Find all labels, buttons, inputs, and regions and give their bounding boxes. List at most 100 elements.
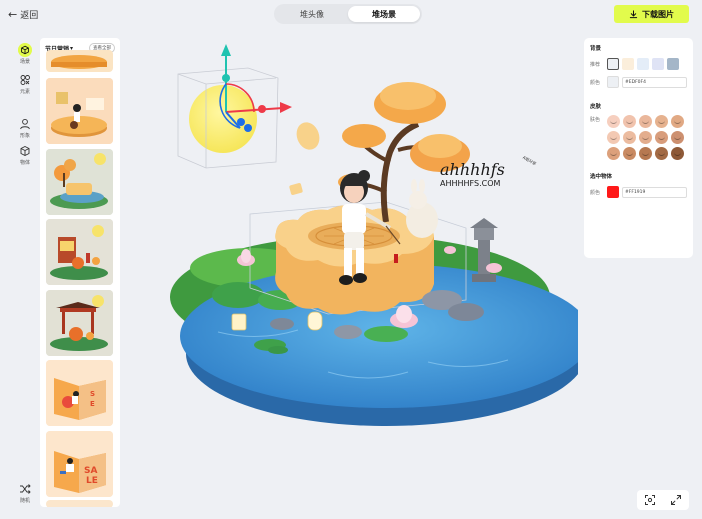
skin-tone-option[interactable] <box>655 115 668 128</box>
rail-item-scene[interactable]: 场景 <box>10 43 40 65</box>
skin-tone-option[interactable] <box>623 131 636 144</box>
skin-tone-option[interactable] <box>607 131 620 144</box>
scene-library-panel: 节日营销 ▾ 查看全部 S E SA LE <box>40 38 120 507</box>
watermark: ahhhhfs AHHHHFS.COM A姐分享 <box>440 155 540 188</box>
skin-section-title: 皮肤 <box>590 104 602 110</box>
tab-scene[interactable]: 堆场景 <box>348 6 420 22</box>
scene-thumbnail[interactable]: SA LE <box>46 431 113 497</box>
rail-label-shuffle: 随机 <box>19 498 30 504</box>
color-swatch[interactable] <box>667 58 679 70</box>
skin-tone-option[interactable] <box>655 147 668 160</box>
color-swatch[interactable] <box>622 58 634 70</box>
skin-tone-option[interactable] <box>607 115 620 128</box>
skin-color-label: 肤色 <box>590 117 601 123</box>
scene-thumbnail-image: S E <box>46 360 113 426</box>
object-icon <box>20 145 30 157</box>
recommend-label: 推荐 <box>590 61 601 68</box>
bg-color-hex-input[interactable]: #EDF0F4 <box>622 76 687 88</box>
floating-mooncake <box>296 122 320 150</box>
scene-thumbnail[interactable] <box>46 500 113 507</box>
floating-lantern <box>307 311 323 331</box>
scene-thumbnail-image: SA LE <box>46 431 113 497</box>
skin-tone-option[interactable] <box>639 131 652 144</box>
rail-label-object: 物体 <box>19 160 30 166</box>
skin-tone-option[interactable] <box>671 131 684 144</box>
mode-switch: 堆头像 堆场景 <box>274 4 422 24</box>
skin-tone-option[interactable] <box>623 147 636 160</box>
transform-gizmo[interactable] <box>177 44 292 169</box>
canvas-tools <box>637 490 689 510</box>
floating-lantern <box>231 313 247 331</box>
background-section-title: 背景 <box>590 46 602 52</box>
rail-item-shuffle[interactable]: 随机 <box>10 482 40 504</box>
recommended-colors-row: 推荐 <box>590 58 687 70</box>
download-label: 下载图片 <box>642 9 674 19</box>
selected-hex-value: #FF1919 <box>625 189 646 195</box>
rabbit-figure[interactable] <box>406 179 438 238</box>
scene-thumbnail[interactable] <box>46 219 113 285</box>
svg-text:S: S <box>90 390 95 398</box>
scene-thumbnail[interactable]: S E <box>46 360 113 426</box>
bg-color-swatch[interactable] <box>607 76 619 88</box>
bg-color-label: 颜色 <box>590 79 601 86</box>
avatar-icon <box>20 118 30 130</box>
skin-tone-option[interactable] <box>671 147 684 160</box>
rail-item-avatar[interactable]: 形象 <box>10 117 40 139</box>
scene-icon <box>18 43 32 57</box>
selected-color-swatch[interactable] <box>607 186 619 198</box>
tab-avatar[interactable]: 堆头像 <box>276 6 348 22</box>
top-bar: ← 返回 堆头像 堆场景 下载图片 <box>0 0 702 28</box>
elements-icon <box>20 75 30 85</box>
scene-thumbnail-image <box>46 78 113 144</box>
lotus-flower <box>444 246 456 254</box>
selected-color-row: 颜色 #FF1919 <box>590 186 687 198</box>
scene-thumbnail-image <box>51 55 107 69</box>
selected-color-label: 颜色 <box>590 189 601 196</box>
scene-thumbnail[interactable] <box>46 78 113 144</box>
download-image-button[interactable]: 下载图片 <box>614 5 689 23</box>
back-arrow-icon: ← <box>8 8 18 21</box>
rail-item-elements[interactable]: 元素 <box>10 73 40 95</box>
skin-tone-grid <box>607 115 687 160</box>
skin-tone-option[interactable] <box>639 147 652 160</box>
fullscreen-icon[interactable] <box>670 494 682 506</box>
skin-tone-option[interactable] <box>655 131 668 144</box>
skin-tone-option[interactable] <box>607 147 620 160</box>
floating-mooncake-small <box>289 183 303 195</box>
scene-thumbnail[interactable] <box>46 50 113 72</box>
watermark-title: ahhhhfs <box>440 160 505 179</box>
back-button[interactable]: ← 返回 <box>8 8 38 21</box>
rail-item-object[interactable]: 物体 <box>10 144 40 166</box>
skin-tone-option[interactable] <box>623 115 636 128</box>
watermark-subtitle: AHHHHFS.COM <box>440 179 501 188</box>
scene-thumbnail-image <box>46 290 113 356</box>
rail-label-elements: 元素 <box>19 89 30 95</box>
selected-object-section-title: 选中物体 <box>590 174 613 180</box>
left-rail: 场景 元素 形象 物体 随机 <box>10 40 40 508</box>
svg-text:E: E <box>90 400 95 408</box>
download-icon <box>629 9 638 18</box>
bg-hex-value: #EDF0F4 <box>625 79 646 85</box>
scene-thumbnail-image <box>46 219 113 285</box>
color-swatch[interactable] <box>637 58 649 70</box>
scene-thumbnail[interactable] <box>46 290 113 356</box>
svg-text:SA: SA <box>84 466 97 476</box>
color-swatch[interactable] <box>607 58 619 70</box>
rail-label-avatar: 形象 <box>19 133 30 139</box>
properties-panel: 背景 推荐 颜色 #EDF0F4 皮肤 肤色 选中物体 颜色 #FF1919 <box>584 38 693 258</box>
background-color-row: 颜色 #EDF0F4 <box>590 76 687 88</box>
selected-color-hex-input[interactable]: #FF1919 <box>622 186 687 198</box>
skin-tone-option[interactable] <box>671 115 684 128</box>
rail-label-scene: 场景 <box>19 59 30 65</box>
shuffle-icon <box>20 484 31 494</box>
scene-illustration <box>170 44 592 426</box>
scene-thumbnail-image <box>46 149 113 215</box>
back-label: 返回 <box>20 11 39 21</box>
color-swatch[interactable] <box>652 58 664 70</box>
lotus-flower <box>486 263 502 273</box>
skin-tone-option[interactable] <box>639 115 652 128</box>
scene-thumbnail[interactable] <box>46 149 113 215</box>
scene-canvas[interactable]: ahhhhfs AHHHHFS.COM A姐分享 <box>128 32 592 512</box>
svg-text:LE: LE <box>86 476 98 486</box>
focus-icon[interactable] <box>644 494 656 506</box>
